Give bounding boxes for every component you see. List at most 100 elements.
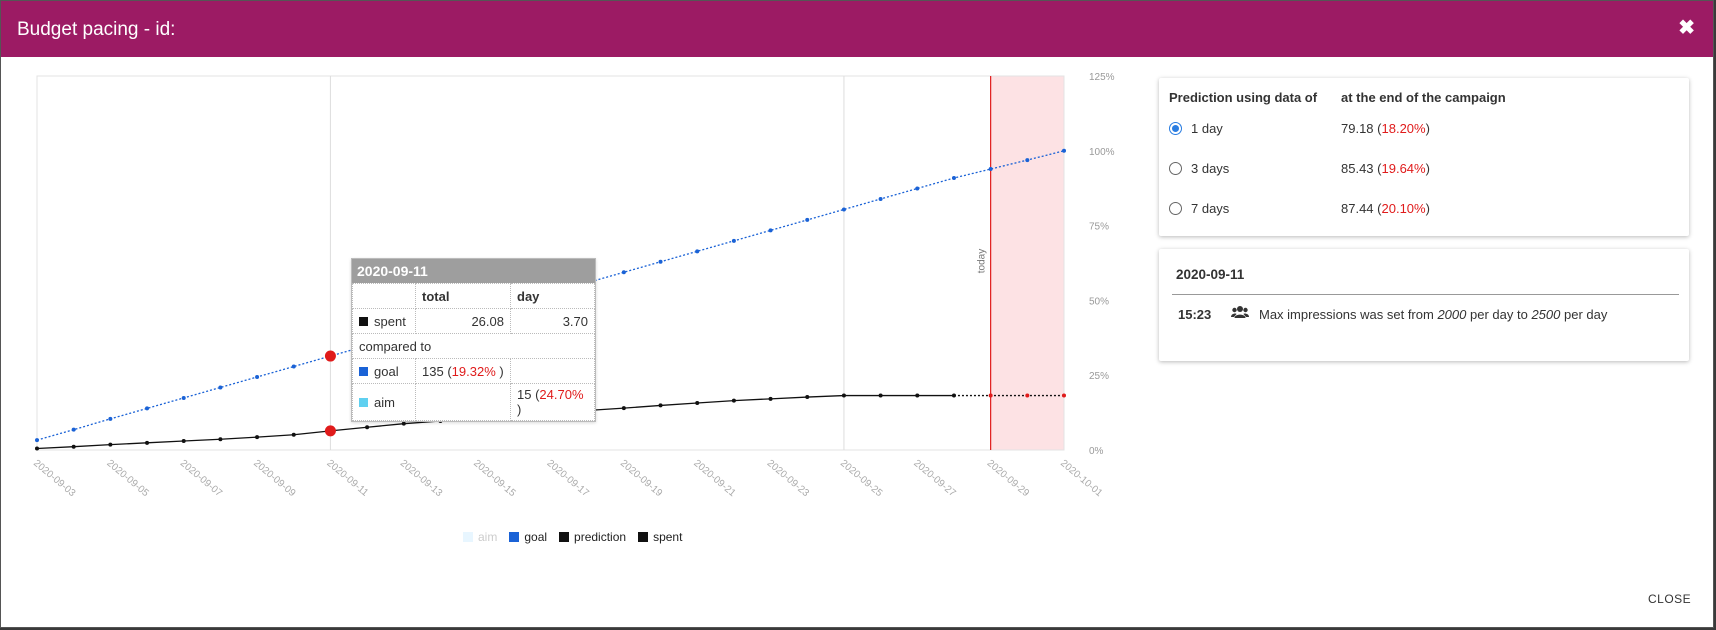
legend-label-prediction: prediction [574,530,627,544]
series-point-spent [108,442,113,447]
y-tick-label: 75% [1089,222,1109,233]
prediction-option-value: 85.43 (19.64%) [1341,160,1430,176]
x-tick-label: 2020-09-23 [765,458,812,500]
legend-item-aim[interactable]: aim [463,530,497,544]
aim-swatch [359,397,368,407]
tooltip-spent-label-cell: spent [352,308,416,334]
series-point-goal [951,176,956,181]
x-tick-label: 2020-10-01 [1058,458,1105,500]
x-tick-label: 2020-09-17 [545,458,592,500]
spent-swatch [359,316,368,326]
series-point-goal [878,196,883,201]
series-point-spent [658,403,663,408]
series-point-spent [841,393,846,398]
prediction-header-right: at the end of the campaign [1341,90,1506,105]
tooltip-spent-day: 3.70 [510,308,595,334]
log-message: Max impressions was set from 2000 per da… [1259,307,1608,322]
legend-item-prediction[interactable]: prediction [559,530,626,544]
series-point-goal [731,238,736,243]
prediction-option-label: 3 days [1191,160,1230,176]
series-point-prediction [1062,393,1066,398]
series-point-goal [324,350,336,362]
legend-item-spent[interactable]: spent [638,530,682,544]
radio-1-day[interactable] [1169,121,1182,135]
chart-legend: aim goal prediction spent [463,530,682,544]
x-tick-label: 2020-09-19 [618,458,665,500]
series-point-goal [291,364,296,369]
radio-3-days[interactable] [1169,161,1182,175]
x-tick-label: 2020-09-13 [398,458,445,500]
prediction-option-7-days[interactable]: 7 days 87.44 (20.10%) [1169,198,1430,218]
close-button[interactable]: CLOSE [1648,592,1691,606]
legend-swatch-aim [463,532,473,542]
today-label: today [977,249,988,273]
tooltip-aim-pct: 24.70% [539,387,584,402]
prediction-option-value: 79.18 (18.20%) [1341,120,1430,136]
log-time: 15:23 [1178,307,1212,322]
legend-label-aim: aim [478,530,498,544]
series-point-spent [324,425,336,437]
series-point-goal [621,270,626,275]
series-point-goal [108,416,113,421]
tooltip-col-total: total [415,283,511,309]
series-point-goal [915,186,920,191]
tooltip-goal-pct: 19.32% [451,363,496,379]
series-point-spent [255,435,260,440]
series-point-spent [621,406,626,411]
series-point-goal [768,228,773,233]
x-tick-label: 2020-09-29 [985,458,1032,500]
tooltip-spent-label: spent [374,313,406,329]
series-point-spent [731,398,736,403]
series-point-spent [695,401,700,406]
tooltip-date: 2020-09-11 [352,259,595,283]
prediction-option-1-day[interactable]: 1 day 79.18 (18.20%) [1169,118,1430,138]
series-point-goal [695,249,700,254]
legend-item-goal[interactable]: goal [509,530,547,544]
radio-7-days[interactable] [1169,201,1182,215]
series-point-goal [841,207,846,212]
tooltip-aim-label: aim [374,394,395,410]
series-point-goal [35,438,39,443]
series-point-goal [255,374,260,379]
x-tick-label: 2020-09-03 [31,458,78,500]
series-point-spent [71,444,76,449]
goal-swatch [359,366,368,376]
series-point-spent [291,432,296,437]
budget-pacing-modal: Budget pacing - id: ✖ 0% 25% 50% 75% 100% 125… [0,0,1714,628]
prediction-card: Prediction using data of at the end of t… [1159,78,1689,236]
prediction-header-left: Prediction using data of [1169,90,1318,105]
series-point-spent [365,425,370,430]
users-icon [1231,305,1249,322]
tooltip-spent-total: 26.08 [415,308,511,334]
y-tick-label: 25% [1089,371,1109,382]
y-tick-label: 50% [1089,296,1109,307]
prediction-option-label: 1 day [1191,120,1223,136]
tooltip-goal-total: 135 [422,363,444,379]
modal-header: Budget pacing - id: ✖ [1,1,1713,57]
series-point-spent [401,421,406,426]
series-point-spent [915,393,920,398]
series-point-goal [181,395,186,400]
log-divider [1172,294,1679,295]
series-point-spent [805,395,810,400]
tooltip-table: total day spent 26.08 3.70 compared to g… [352,283,595,421]
series-point-goal [218,385,223,390]
close-icon[interactable]: ✖ [1678,15,1695,40]
legend-label-goal: goal [524,530,548,544]
series-point-goal [988,167,993,172]
y-tick-label: 0% [1089,446,1104,457]
tooltip-goal-label-cell: goal [352,358,416,384]
series-point-prediction [1025,393,1030,398]
series-point-goal [658,259,663,264]
tooltip-col-day: day [510,283,595,309]
tooltip-aim-day-cell: 15 (24.70% ) [510,383,595,421]
y-tick-label: 125% [1089,72,1115,83]
series-point-spent [35,446,39,451]
legend-swatch-goal [509,532,520,542]
series-point-spent [145,440,150,445]
prediction-option-value: 87.44 (20.10%) [1341,200,1430,216]
chart-tooltip: 2020-09-11 total day spent 26.08 3.70 co… [351,258,596,422]
prediction-option-3-days[interactable]: 3 days 85.43 (19.64%) [1169,158,1430,178]
x-tick-label: 2020-09-11 [325,458,371,499]
tooltip-aim-day: 15 [517,387,532,402]
